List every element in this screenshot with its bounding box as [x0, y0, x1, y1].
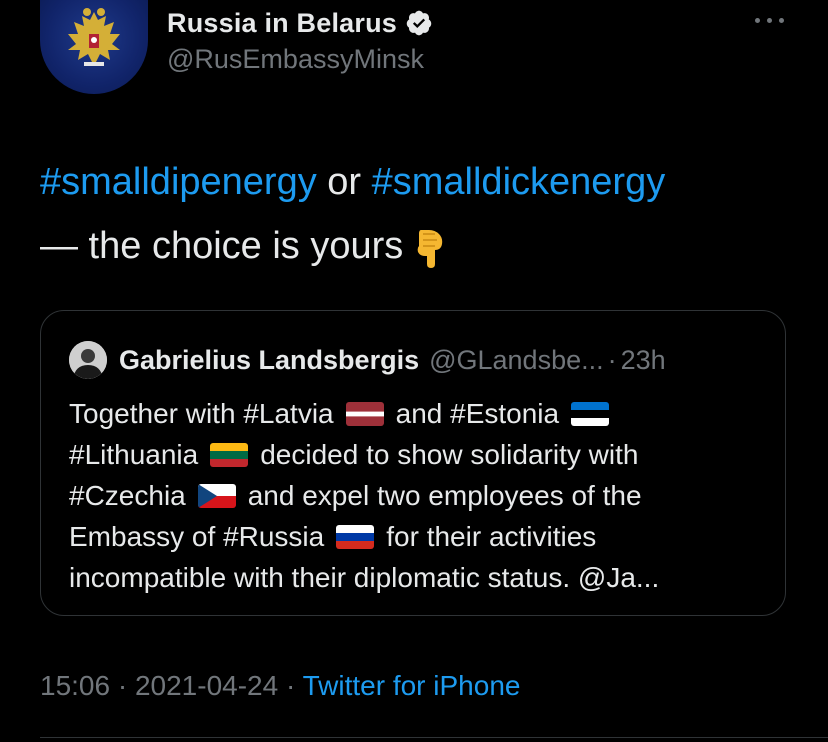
quoted-header: Gabrielius Landsbergis @GLandsbe... · 23… — [119, 341, 666, 379]
quoted-line: #Lithuania decided to show solidarity wit… — [69, 434, 769, 475]
hashtag-link[interactable]: #Lithuania — [69, 439, 198, 470]
quoted-text-segment: and — [395, 398, 451, 429]
dot-icon — [755, 18, 760, 23]
tweet-meta: 15:06 · 2021-04-24 · Twitter for iPhone — [40, 670, 520, 702]
quoted-display-name[interactable]: Gabrielius Landsbergis — [119, 345, 419, 376]
lithuania-flag-icon — [210, 443, 249, 467]
quoted-line: incompatible with their diplomatic statu… — [69, 557, 769, 598]
author-handle[interactable]: @RusEmbassyMinsk — [167, 44, 424, 75]
hashtag-link[interactable]: #Latvia — [243, 398, 333, 429]
more-options-button[interactable] — [752, 12, 788, 28]
meta-separator: · — [110, 670, 135, 701]
estonia-flag-icon — [571, 402, 610, 426]
quoted-text-segment: for their activities — [386, 521, 597, 552]
tweet-connector: or — [316, 161, 372, 203]
hashtag-link[interactable]: #smalldickenergy — [372, 161, 666, 203]
quoted-text-segment: Embassy of — [69, 521, 224, 552]
author-avatar[interactable] — [40, 0, 148, 94]
verified-badge-icon — [406, 10, 432, 36]
quoted-timestamp[interactable]: 23h — [621, 345, 666, 376]
tweet-line-2-text: — the choice is yours — [40, 225, 404, 267]
quoted-text-segment: Together with — [69, 398, 244, 429]
quoted-separator: · — [607, 344, 617, 375]
tweet-line-2: — the choice is yours — [40, 214, 800, 278]
quoted-handle[interactable]: @GLandsbe... — [429, 345, 604, 376]
author-name-row: Russia in Belarus — [167, 6, 433, 40]
quoted-line: Embassy of #Russia for their activities — [69, 516, 769, 557]
russia-flag-icon — [336, 525, 375, 549]
tweet-date: 2021-04-24 — [134, 670, 279, 701]
quoted-text-segment: and expel two employees of the — [247, 480, 642, 511]
person-avatar-icon — [69, 341, 107, 379]
hashtag-link[interactable]: #Russia — [223, 521, 324, 552]
russian-coat-of-arms-icon — [68, 8, 120, 66]
quoted-line: #Czechia and expel two employees of the — [69, 475, 769, 516]
divider — [40, 737, 828, 738]
latvia-flag-icon — [345, 402, 384, 426]
tweet-time: 15:06 — [40, 670, 111, 701]
quoted-text-segment: incompatible with their diplomatic statu… — [69, 562, 660, 593]
quoted-text: Together with #Latvia and #Estonia #Lithu… — [69, 393, 769, 598]
tweet-source-link[interactable]: Twitter for iPhone — [303, 670, 521, 701]
hashtag-link[interactable]: #smalldipenergy — [40, 161, 317, 203]
tweet-text: #smalldipenergy or #smalldickenergy — th… — [40, 150, 800, 278]
tweet-line-1: #smalldipenergy or #smalldickenergy — [40, 150, 800, 214]
czechia-flag-icon — [197, 484, 236, 508]
author-display-name[interactable]: Russia in Belarus — [167, 8, 397, 39]
dot-icon — [779, 18, 784, 23]
meta-separator: · — [278, 670, 303, 701]
quoted-author-avatar[interactable] — [69, 341, 107, 379]
dot-icon — [767, 18, 772, 23]
backhand-index-pointing-down-icon — [417, 229, 443, 268]
quoted-line: Together with #Latvia and #Estonia — [69, 393, 769, 434]
quoted-text-segment: decided to show solidarity with — [260, 439, 639, 470]
quoted-tweet-card[interactable]: Gabrielius Landsbergis @GLandsbe... · 23… — [40, 310, 786, 616]
hashtag-link[interactable]: #Czechia — [69, 480, 186, 511]
hashtag-link[interactable]: #Estonia — [450, 398, 559, 429]
